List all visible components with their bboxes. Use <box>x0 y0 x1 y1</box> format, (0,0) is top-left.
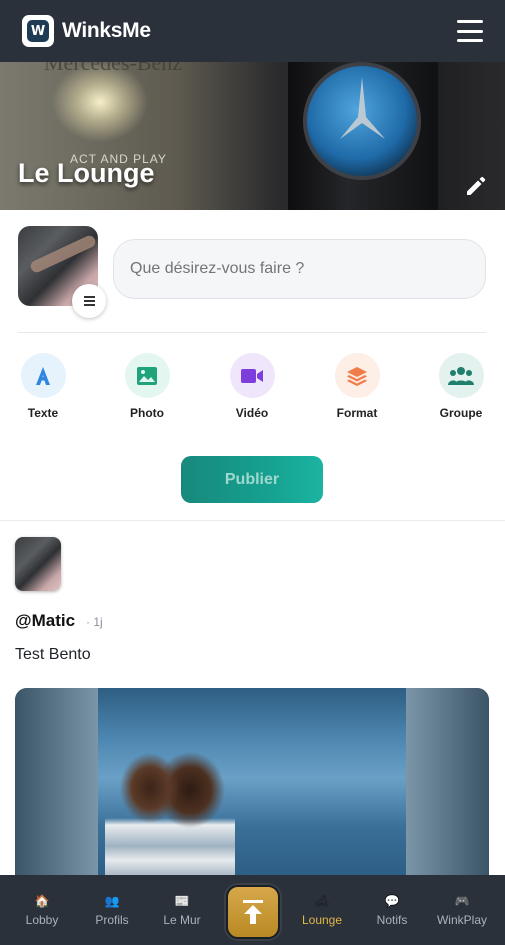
gamepad-icon: 🎮 <box>454 894 470 908</box>
post-username[interactable]: @Matic <box>15 611 75 631</box>
action-groupe[interactable]: Groupe <box>426 353 496 420</box>
post-composer: Texte Photo Vidéo Format Groupe P <box>0 210 505 520</box>
nav-lounge[interactable]: 🛋 Lounge <box>290 875 354 945</box>
page-title: Le Lounge <box>18 158 155 188</box>
app-logo[interactable]: W <box>22 15 54 47</box>
post-text: Test Bento <box>15 646 91 663</box>
nav-lobby[interactable]: 🏠 Lobby <box>10 875 74 945</box>
bed-icon: 🛋 <box>314 894 330 908</box>
nav-winkplay[interactable]: 🎮 WinkPlay <box>430 875 494 945</box>
nav-label: Lounge <box>301 913 343 927</box>
cover-faded-text: Mercedes-Benz <box>44 62 183 75</box>
action-label: Texte <box>27 406 59 420</box>
image-icon <box>124 353 170 398</box>
composer-actions: Texte Photo Vidéo Format Groupe <box>0 353 505 423</box>
speech-bubble-icon: 💬 <box>384 894 400 908</box>
edit-pencil-icon[interactable] <box>464 174 488 198</box>
post-timestamp: · 1j <box>86 615 103 629</box>
action-label: Photo <box>130 406 164 420</box>
post-image[interactable] <box>15 688 489 888</box>
action-photo[interactable]: Photo <box>112 353 182 420</box>
hamburger-menu-icon[interactable] <box>457 20 483 42</box>
nav-label: Lobby <box>25 913 59 927</box>
cover-star-shape <box>340 77 385 139</box>
logo-letter: W <box>27 20 49 42</box>
action-video[interactable]: Vidéo <box>217 353 287 420</box>
action-label: Groupe <box>439 406 483 420</box>
action-format[interactable]: Format <box>322 353 392 420</box>
bottom-nav: 🏠 Lobby 👥 Profils 📰 Le Mur 🛋 Lounge 💬 No… <box>0 875 505 945</box>
house-icon: 🏠 <box>34 894 50 908</box>
text-a-icon <box>20 353 66 398</box>
nav-label: Notifs <box>376 913 408 927</box>
nav-label: WinkPlay <box>436 913 487 927</box>
publish-button[interactable]: Publier <box>181 456 323 503</box>
video-icon <box>229 353 275 398</box>
nav-profils[interactable]: 👥 Profils <box>80 875 144 945</box>
nav-label: Le Mur <box>163 913 201 927</box>
cover-image: Mercedes-Benz ACT AND PLAY Le Lounge <box>0 62 505 210</box>
divider <box>18 332 486 333</box>
top-bar: W WinksMe <box>0 0 505 62</box>
users-icon <box>438 353 484 398</box>
action-texte[interactable]: Texte <box>8 353 78 420</box>
avatar-menu-icon[interactable] <box>72 284 106 318</box>
compose-input[interactable] <box>113 239 486 299</box>
nav-le-mur[interactable]: 📰 Le Mur <box>150 875 214 945</box>
post-photo-figure <box>105 748 235 888</box>
app-name: WinksMe <box>62 19 151 42</box>
nav-notifs[interactable]: 💬 Notifs <box>360 875 424 945</box>
post-avatar[interactable] <box>15 537 61 591</box>
upload-arrow-icon[interactable] <box>226 885 280 939</box>
wall-icon: 📰 <box>174 894 190 908</box>
layers-icon <box>334 353 380 398</box>
nav-label: Profils <box>95 913 129 927</box>
action-label: Vidéo <box>235 406 269 420</box>
action-label: Format <box>336 406 378 420</box>
people-icon: 👥 <box>104 894 120 908</box>
